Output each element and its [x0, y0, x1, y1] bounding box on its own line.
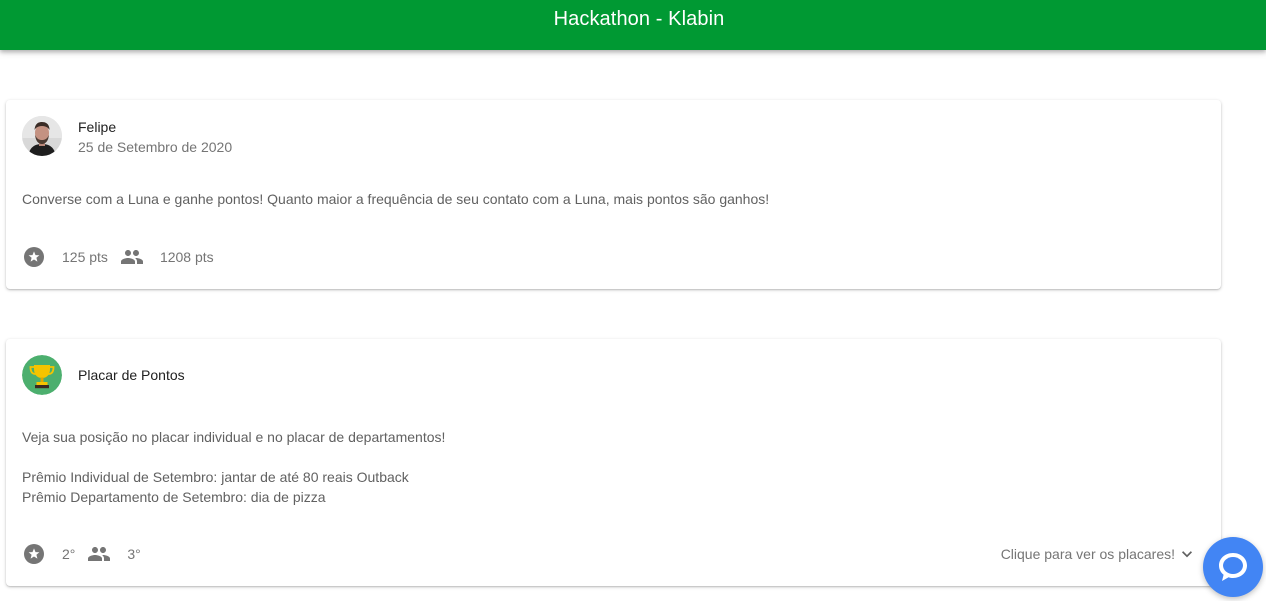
chat-bubble-icon	[1216, 550, 1250, 584]
post-text: Converse com a Luna e ganhe pontos! Quan…	[22, 191, 770, 207]
post-card-placar: Placar de Pontos Veja sua posição no pla…	[6, 339, 1221, 586]
star-icon	[22, 542, 46, 566]
individual-points: 125 pts	[62, 249, 108, 265]
department-points: 1208 pts	[159, 249, 214, 265]
post-date: 25 de Setembro de 2020	[78, 139, 233, 155]
trophy-icon	[22, 355, 62, 395]
post-actions: 125 pts 1208 pts	[22, 245, 226, 269]
people-icon	[120, 245, 144, 269]
user-photo-avatar	[22, 116, 62, 156]
post-text: Veja sua posição no placar individual e …	[22, 427, 445, 507]
people-icon	[87, 542, 111, 566]
chevron-down-icon	[1177, 544, 1197, 564]
post-actions: 2° 3°	[22, 542, 153, 566]
app-title: Hackathon - Klabin	[553, 7, 725, 30]
app-bar: Hackathon - Klabin	[0, 0, 1266, 50]
post-author: Felipe	[78, 119, 117, 135]
post-text-line-3: Prêmio Departamento de Setembro: dia de …	[22, 489, 326, 505]
expand-label: Clique para ver os placares!	[1000, 546, 1175, 562]
post-author: Placar de Pontos	[78, 367, 185, 383]
individual-rank: 2°	[62, 546, 76, 562]
post-text-line-2: Prêmio Individual de Setembro: jantar de…	[22, 469, 409, 485]
department-rank: 3°	[127, 546, 141, 562]
star-icon	[22, 245, 46, 269]
expand-leaderboards-button[interactable]: Clique para ver os placares!	[1001, 544, 1197, 564]
post-card-felipe: Felipe 25 de Setembro de 2020 Converse c…	[6, 100, 1221, 289]
post-text-line-1: Veja sua posição no placar individual e …	[22, 429, 446, 445]
chat-button[interactable]	[1203, 537, 1263, 597]
